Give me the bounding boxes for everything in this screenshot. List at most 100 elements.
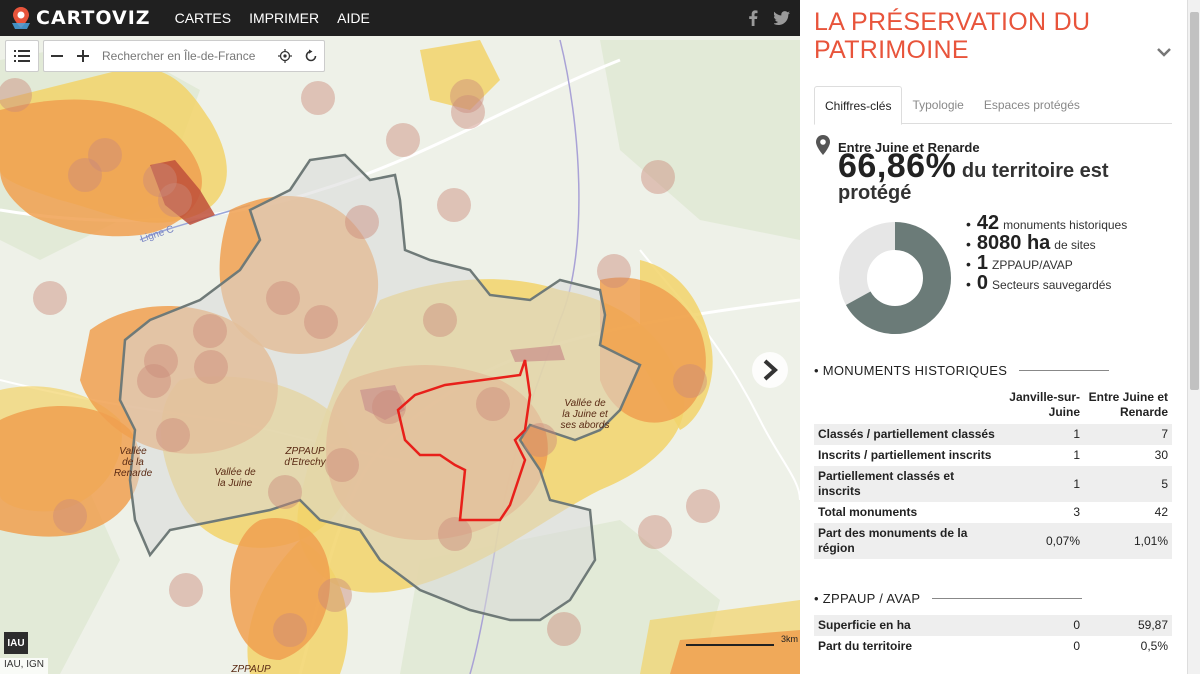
stat-value: 0 [976, 272, 989, 294]
protected-percentage: 66,86% [838, 147, 957, 185]
label-vallee-juine-abords: Vallée de la Juine et ses abords [560, 398, 610, 431]
label-zppaup-etrechy: ZPPAUP d'Etrechy [284, 446, 326, 468]
social-links [748, 0, 790, 36]
table-row: Inscrits / partiellement inscrits 1 30 [814, 445, 1172, 466]
table-row: Total monuments 3 42 [814, 502, 1172, 523]
top-navigation-bar: CARTOVIZ CARTES IMPRIMER AIDE [0, 0, 800, 36]
monuments-table: Janville-sur-Juine Entre Juine et Renard… [814, 388, 1172, 559]
map-view[interactable]: Ligne C Vallée de la Renarde Vallée de l… [0, 36, 800, 674]
section-monuments-heading: • MONUMENTS HISTORIQUES [814, 363, 1110, 378]
cartoviz-logo[interactable]: CARTOVIZ [10, 0, 151, 36]
map-pin-logo-icon [12, 7, 30, 29]
stat-label: ZPPAUP/AVAP [992, 258, 1073, 272]
map-attribution: IAU, IGN [0, 658, 49, 674]
iau-logo[interactable]: IAU [4, 632, 28, 654]
table-row: Superficie en ha 0 59,87 [814, 615, 1172, 636]
zoom-out-button[interactable] [44, 41, 70, 71]
map-canvas [0, 36, 800, 674]
stat-monuments: • 42 monuments historiques [966, 212, 1128, 234]
table-header-janville: Janville-sur-Juine [1009, 390, 1080, 419]
zppaup-table: Superficie en ha 0 59,87 Part du territo… [814, 615, 1172, 657]
bullet-icon: • [966, 236, 971, 252]
chevron-down-icon[interactable] [1156, 44, 1172, 60]
reset-view-button[interactable] [298, 41, 324, 71]
stat-label: monuments historiques [1003, 218, 1128, 232]
table-row: Classés / partiellement classés 1 7 [814, 424, 1172, 445]
bullet-icon: • [966, 216, 971, 232]
app-window: CARTOVIZ CARTES IMPRIMER AIDE Ligne C Va… [0, 0, 1200, 674]
cell-entre-juine: 59,87 [1084, 615, 1172, 636]
cell-janville: 1 [1004, 424, 1084, 445]
refresh-icon [305, 49, 317, 62]
crosshair-icon [278, 49, 292, 63]
zoom-in-button[interactable] [70, 41, 96, 71]
plus-icon [77, 50, 89, 62]
tab-espaces-proteges[interactable]: Espaces protégés [974, 86, 1090, 124]
scale-line [686, 644, 774, 646]
layers-menu-button[interactable] [5, 40, 39, 72]
nav-imprimer[interactable]: IMPRIMER [249, 10, 319, 26]
scale-bar: 3km [686, 634, 798, 646]
cell-janville: 0 [1004, 615, 1084, 636]
stat-label: Secteurs sauvegardés [992, 278, 1112, 292]
table-header-row: Janville-sur-Juine Entre Juine et Renard… [814, 388, 1172, 424]
tab-chiffres-cles[interactable]: Chiffres-clés [814, 86, 903, 125]
cell-janville: 3 [1073, 505, 1080, 519]
cell-janville: 1 [1004, 466, 1084, 502]
info-panel: LA PRÉSERVATION DU PATRIMOINE Chiffres-c… [800, 0, 1200, 674]
table-row: Partiellement classés et inscrits 1 5 [814, 466, 1172, 502]
bullet-icon: • [814, 591, 823, 606]
protected-share-headline: 66,86% du territoire est protégé [838, 149, 1158, 205]
bullet-icon: • [966, 256, 971, 272]
facebook-icon[interactable] [748, 10, 758, 26]
cell-entre-juine: 7 [1084, 424, 1172, 445]
row-label: Inscrits / partiellement inscrits [818, 448, 992, 462]
table-header-empty [814, 388, 1004, 424]
bullet-icon: • [814, 363, 823, 378]
label-vallee-renarde: Vallée de la Renarde [113, 446, 153, 479]
bullet-icon: • [966, 276, 971, 292]
table-row: Part du territoire 0 0,5% [814, 636, 1172, 657]
stat-secteurs: • 0 Secteurs sauvegardés [966, 272, 1127, 294]
twitter-icon[interactable] [774, 11, 790, 25]
section-divider [932, 598, 1083, 599]
section-title: ZPPAUP / AVAP [822, 591, 921, 606]
section-title: MONUMENTS HISTORIQUES [822, 363, 1008, 378]
table-header-entre-juine: Entre Juine et Renarde [1088, 390, 1168, 419]
stat-sites: • 8080 ha de sites [966, 232, 1127, 254]
locate-button[interactable] [272, 41, 298, 71]
nav-cartes[interactable]: CARTES [175, 10, 232, 26]
section-zppaup-heading: • ZPPAUP / AVAP [814, 591, 1083, 606]
cell-janville: 1 [1073, 448, 1080, 462]
search-input[interactable] [102, 42, 272, 70]
stat-label: de sites [1054, 238, 1096, 252]
scale-label: 3km [780, 634, 798, 644]
label-zppaup-bottom: ZPPAUP [231, 664, 271, 674]
stat-zppaup: • 1 ZPPAUP/AVAP [966, 252, 1127, 274]
tab-typologie[interactable]: Typologie [902, 86, 973, 124]
row-label: Superficie en ha [814, 615, 1004, 636]
cell-entre-juine: 30 [1154, 448, 1168, 462]
cell-entre-juine: 1,01% [1084, 523, 1172, 559]
section-divider [1019, 370, 1110, 371]
panel-scrollbar[interactable] [1187, 0, 1200, 674]
chevron-right-icon [763, 359, 778, 381]
protected-share-donut [839, 222, 951, 334]
map-search-box [43, 40, 325, 72]
list-menu-icon [14, 50, 30, 62]
next-map-button[interactable] [752, 352, 788, 388]
scrollbar-thumb[interactable] [1190, 12, 1199, 390]
cell-entre-juine: 0,5% [1140, 639, 1168, 653]
row-label: Part du territoire [818, 639, 913, 653]
nav-aide[interactable]: AIDE [337, 10, 370, 26]
map-marker-icon [816, 134, 830, 155]
label-vallee-juine: Vallée de la Juine [214, 467, 256, 489]
minus-icon [51, 55, 63, 57]
cell-janville: 0 [1073, 639, 1080, 653]
table-row: Part des monuments de la région 0,07% 1,… [814, 523, 1172, 559]
row-label: Partiellement classés et inscrits [814, 466, 1004, 502]
logo-text: CARTOVIZ [36, 7, 151, 29]
row-label: Part des monuments de la région [814, 523, 1004, 559]
row-label: Total monuments [818, 505, 918, 519]
panel-tabs: Chiffres-clés Typologie Espaces protégés [814, 86, 1172, 125]
